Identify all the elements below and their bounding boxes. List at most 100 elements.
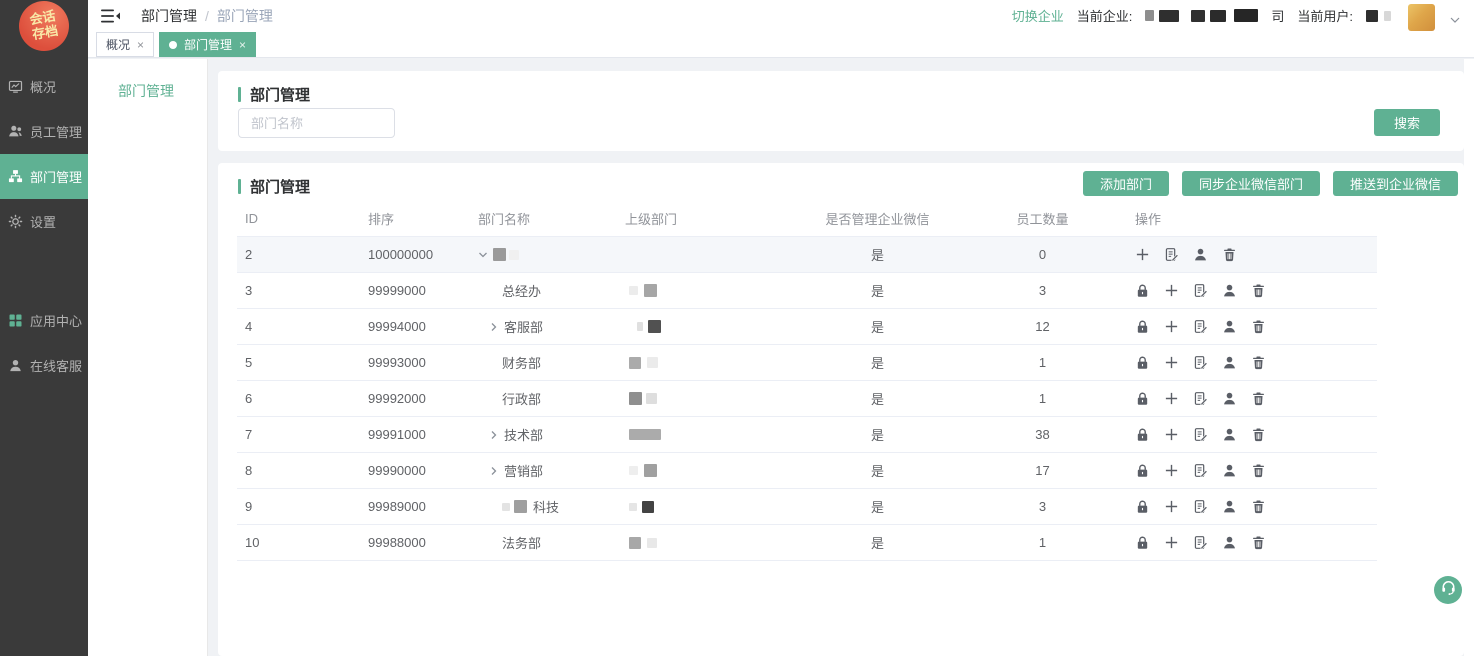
lock-icon[interactable] <box>1135 319 1151 335</box>
delete-icon[interactable] <box>1251 499 1267 515</box>
members-icon[interactable] <box>1222 319 1238 335</box>
cell-operations <box>1110 345 1377 380</box>
delete-icon[interactable] <box>1251 535 1267 551</box>
delete-icon[interactable] <box>1251 427 1267 443</box>
collapse-menu-icon[interactable] <box>101 8 121 24</box>
add-child-icon[interactable] <box>1164 463 1180 479</box>
sidebar-item-online-support[interactable]: 在线客服 <box>0 343 88 388</box>
chevron-down-icon[interactable] <box>1450 17 1460 23</box>
chevron-right-icon[interactable] <box>488 321 500 333</box>
table-row[interactable]: 599993000财务部是1 <box>237 345 1377 381</box>
scrollbar[interactable] <box>1464 59 1474 656</box>
add-child-icon[interactable] <box>1164 355 1180 371</box>
sidebar-item-overview[interactable]: 概况 <box>0 64 88 109</box>
tab-bar: 概况×部门管理× <box>96 32 256 57</box>
table-row[interactable]: 699992000行政部是1 <box>237 381 1377 417</box>
close-icon[interactable]: × <box>137 39 144 51</box>
sidebar-item-settings[interactable]: 设置 <box>0 199 88 244</box>
lock-icon[interactable] <box>1135 283 1151 299</box>
edit-icon[interactable] <box>1164 247 1180 263</box>
sidebar-item-employee-management[interactable]: 员工管理 <box>0 109 88 154</box>
redacted-text <box>509 250 519 260</box>
add-department-button[interactable]: 添加部门 <box>1083 171 1169 196</box>
tab-overview[interactable]: 概况× <box>96 32 154 57</box>
members-icon[interactable] <box>1222 535 1238 551</box>
departments-icon <box>8 169 24 185</box>
edit-icon[interactable] <box>1193 391 1209 407</box>
delete-icon[interactable] <box>1251 391 1267 407</box>
edit-icon[interactable] <box>1193 355 1209 371</box>
delete-icon[interactable] <box>1222 247 1238 263</box>
cell-department-name: 科技 <box>470 489 615 524</box>
delete-icon[interactable] <box>1251 355 1267 371</box>
column-header: 操作 <box>1110 201 1377 236</box>
customer-service-button[interactable] <box>1434 576 1462 604</box>
delete-icon[interactable] <box>1251 463 1267 479</box>
sidebar-item-department-management-sub[interactable]: 部门管理 <box>88 81 207 101</box>
current-company-label: 当前企业: <box>1077 6 1133 25</box>
edit-icon[interactable] <box>1193 499 1209 515</box>
breadcrumb-separator: / <box>205 8 209 24</box>
lock-icon[interactable] <box>1135 535 1151 551</box>
cell-department-name: 总经办 <box>470 273 615 308</box>
add-child-icon[interactable] <box>1135 247 1151 263</box>
department-name-input[interactable] <box>238 108 395 138</box>
members-icon[interactable] <box>1222 427 1238 443</box>
lock-icon[interactable] <box>1135 499 1151 515</box>
edit-icon[interactable] <box>1193 319 1209 335</box>
chevron-down-icon[interactable] <box>477 249 489 261</box>
breadcrumb-level1[interactable]: 部门管理 <box>141 6 197 26</box>
add-child-icon[interactable] <box>1164 499 1180 515</box>
sidebar-item-department-management[interactable]: 部门管理 <box>0 154 88 199</box>
members-icon[interactable] <box>1222 499 1238 515</box>
members-icon[interactable] <box>1222 283 1238 299</box>
table-row[interactable]: 999989000科技是3 <box>237 489 1377 525</box>
search-button[interactable]: 搜索 <box>1374 109 1440 136</box>
table-row[interactable]: 499994000客服部是12 <box>237 309 1377 345</box>
headset-icon <box>1440 579 1457 601</box>
cell-parent-department <box>615 525 780 560</box>
members-icon[interactable] <box>1222 391 1238 407</box>
lock-icon[interactable] <box>1135 463 1151 479</box>
table-row[interactable]: 899990000营销部是17 <box>237 453 1377 489</box>
cell-department-name: 技术部 <box>470 417 615 452</box>
sidebar-item-app-center[interactable]: 应用中心 <box>0 298 88 343</box>
column-header: 员工数量 <box>975 201 1110 236</box>
chevron-right-icon[interactable] <box>488 465 500 477</box>
add-child-icon[interactable] <box>1164 283 1180 299</box>
table-row[interactable]: 2100000000是0 <box>237 237 1377 273</box>
cell-manages-wechat: 是 <box>780 525 975 560</box>
edit-icon[interactable] <box>1193 535 1209 551</box>
cell-operations <box>1110 309 1377 344</box>
redacted-text <box>514 500 527 513</box>
switch-company-link[interactable]: 切换企业 <box>1012 6 1064 25</box>
members-icon[interactable] <box>1193 247 1209 263</box>
table-row[interactable]: 799991000技术部是38 <box>237 417 1377 453</box>
edit-icon[interactable] <box>1193 283 1209 299</box>
delete-icon[interactable] <box>1251 283 1267 299</box>
table-row[interactable]: 399999000总经办是3 <box>237 273 1377 309</box>
add-child-icon[interactable] <box>1164 319 1180 335</box>
cell-department-name: 营销部 <box>470 453 615 488</box>
members-icon[interactable] <box>1222 463 1238 479</box>
sync-wechat-departments-button[interactable]: 同步企业微信部门 <box>1182 171 1320 196</box>
lock-icon[interactable] <box>1135 427 1151 443</box>
add-child-icon[interactable] <box>1164 391 1180 407</box>
lock-icon[interactable] <box>1135 355 1151 371</box>
cell-employee-count: 3 <box>975 489 1110 524</box>
edit-icon[interactable] <box>1193 463 1209 479</box>
close-icon[interactable]: × <box>239 39 246 51</box>
redacted-text <box>629 357 641 369</box>
chevron-right-icon[interactable] <box>488 429 500 441</box>
redacted-text <box>629 286 638 295</box>
add-child-icon[interactable] <box>1164 535 1180 551</box>
delete-icon[interactable] <box>1251 319 1267 335</box>
add-child-icon[interactable] <box>1164 427 1180 443</box>
push-to-wechat-button[interactable]: 推送到企业微信 <box>1333 171 1458 196</box>
members-icon[interactable] <box>1222 355 1238 371</box>
lock-icon[interactable] <box>1135 391 1151 407</box>
user-avatar[interactable] <box>1408 4 1435 31</box>
tab-department-management[interactable]: 部门管理× <box>159 32 256 57</box>
table-row[interactable]: 1099988000法务部是1 <box>237 525 1377 561</box>
edit-icon[interactable] <box>1193 427 1209 443</box>
